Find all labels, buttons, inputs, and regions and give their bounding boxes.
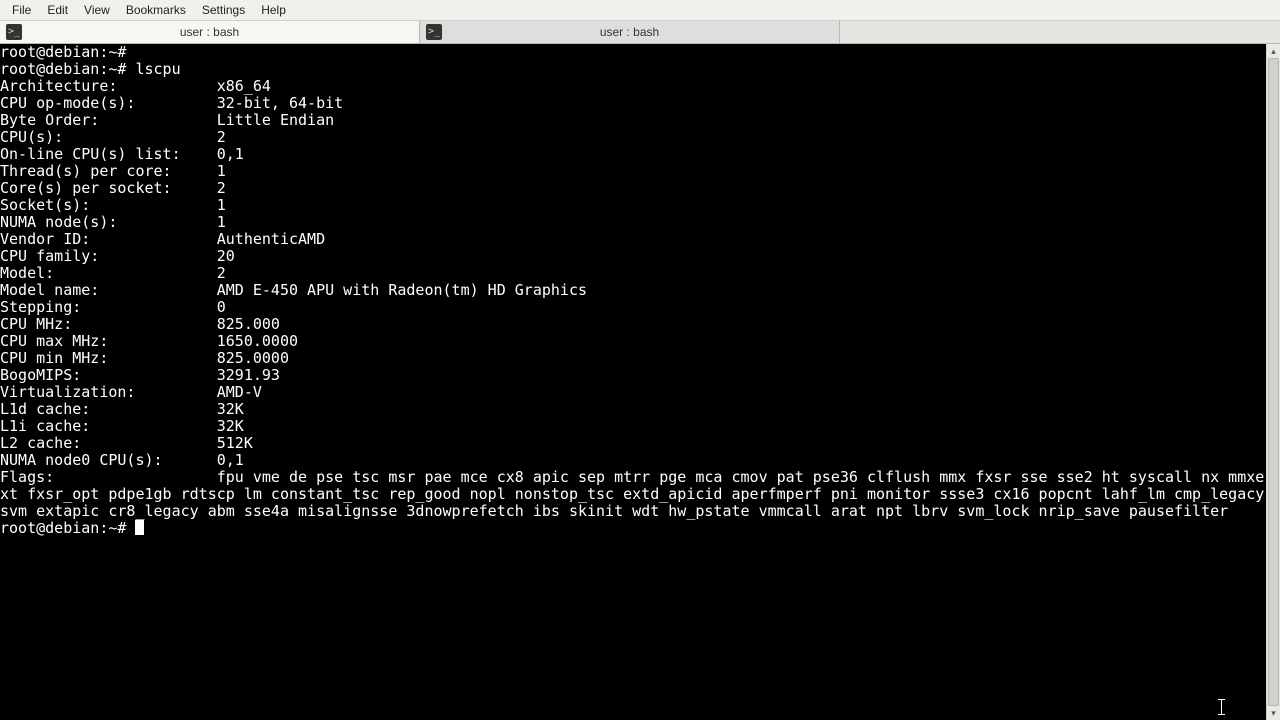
scrollbar-vertical[interactable]: ▴ ▾ (1266, 44, 1280, 720)
scrollbar-thumb[interactable] (1268, 58, 1279, 706)
terminal-line: root@debian:~# lscpu (0, 61, 1266, 78)
menu-settings[interactable]: Settings (194, 1, 253, 19)
scrollbar-down-button[interactable]: ▾ (1267, 706, 1280, 720)
terminal-line: Virtualization: AMD-V (0, 384, 1266, 401)
terminal-line: Architecture: x86_64 (0, 78, 1266, 95)
terminal-line: Vendor ID: AuthenticAMD (0, 231, 1266, 248)
terminal-line: Stepping: 0 (0, 299, 1266, 316)
scrollbar-up-button[interactable]: ▴ (1267, 44, 1280, 58)
menu-view[interactable]: View (76, 1, 118, 19)
menu-file[interactable]: File (4, 1, 39, 19)
tab-bar: >_ user : bash >_ user : bash (0, 20, 1280, 44)
terminal-line: NUMA node(s): 1 (0, 214, 1266, 231)
menubar: FileEditViewBookmarksSettingsHelp (0, 0, 1280, 20)
terminal-line: Model: 2 (0, 265, 1266, 282)
terminal-line: CPU family: 20 (0, 248, 1266, 265)
terminal-line: CPU MHz: 825.000 (0, 316, 1266, 333)
terminal-line: CPU op-mode(s): 32-bit, 64-bit (0, 95, 1266, 112)
terminal-line: root@debian:~# (0, 44, 1266, 61)
tab-1[interactable]: >_ user : bash (420, 21, 840, 43)
terminal-line: L1i cache: 32K (0, 418, 1266, 435)
terminal-output[interactable]: root@debian:~# root@debian:~# lscpuArchi… (0, 44, 1266, 720)
terminal-line: NUMA node0 CPU(s): 0,1 (0, 452, 1266, 469)
terminal-line: On-line CPU(s) list: 0,1 (0, 146, 1266, 163)
terminal-line: Flags: fpu vme de pse tsc msr pae mce cx… (0, 469, 1266, 520)
terminal-line: CPU(s): 2 (0, 129, 1266, 146)
terminal-cursor (135, 520, 144, 535)
menu-help[interactable]: Help (253, 1, 294, 19)
terminal-line: Byte Order: Little Endian (0, 112, 1266, 129)
terminal-line: Socket(s): 1 (0, 197, 1266, 214)
terminal-line: L1d cache: 32K (0, 401, 1266, 418)
terminal-icon: >_ (6, 24, 22, 40)
terminal-line: CPU min MHz: 825.0000 (0, 350, 1266, 367)
terminal-area: root@debian:~# root@debian:~# lscpuArchi… (0, 44, 1280, 720)
menu-edit[interactable]: Edit (39, 1, 76, 19)
mouse-cursor-ibeam (1221, 699, 1223, 717)
terminal-prompt[interactable]: root@debian:~# (0, 520, 1266, 537)
tab-label: user : bash (448, 25, 833, 39)
terminal-line: CPU max MHz: 1650.0000 (0, 333, 1266, 350)
menu-bookmarks[interactable]: Bookmarks (118, 1, 194, 19)
terminal-line: Core(s) per socket: 2 (0, 180, 1266, 197)
terminal-icon: >_ (426, 24, 442, 40)
terminal-window: FileEditViewBookmarksSettingsHelp >_ user… (0, 0, 1280, 720)
terminal-line: Model name: AMD E-450 APU with Radeon(tm… (0, 282, 1266, 299)
scrollbar-track[interactable] (1267, 58, 1280, 706)
terminal-line: Thread(s) per core: 1 (0, 163, 1266, 180)
tab-label: user : bash (28, 25, 413, 39)
tab-0[interactable]: >_ user : bash (0, 21, 420, 43)
terminal-line: L2 cache: 512K (0, 435, 1266, 452)
terminal-line: BogoMIPS: 3291.93 (0, 367, 1266, 384)
